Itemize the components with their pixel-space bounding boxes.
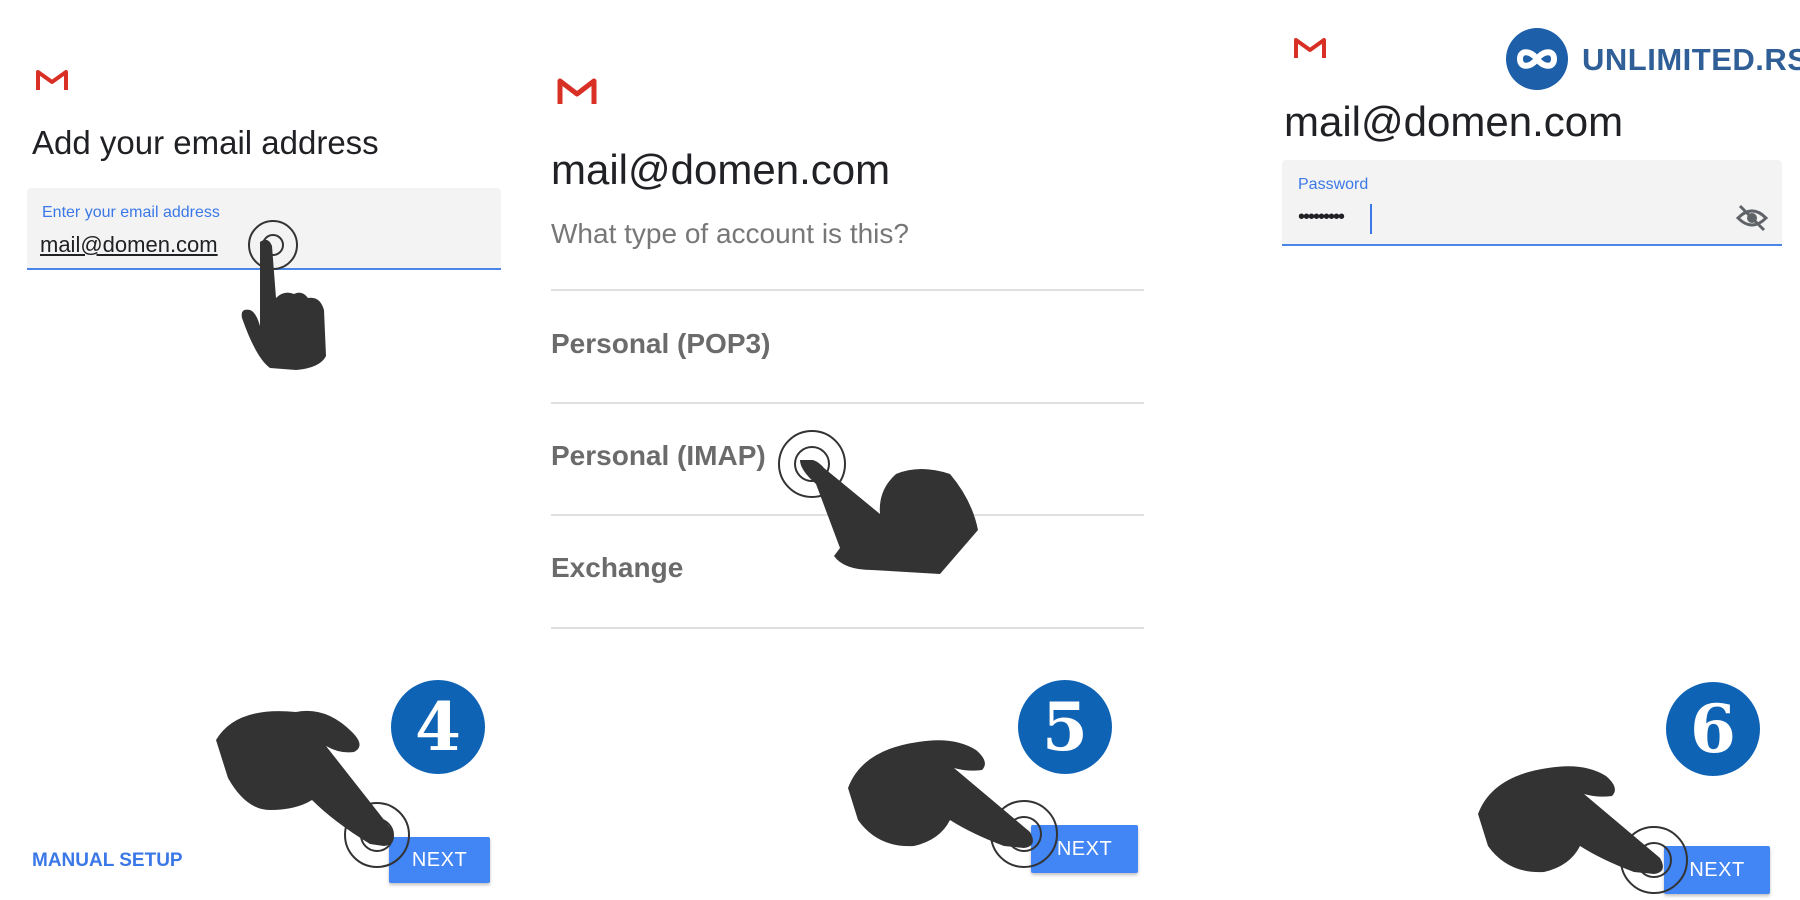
password-field[interactable]: Password ••••••••• [1282,160,1782,246]
divider [551,627,1144,629]
step-badge: 6 [1666,682,1760,776]
option-imap[interactable]: Personal (IMAP) [551,440,766,472]
step-badge: 4 [391,680,485,774]
password-field-label: Password [1298,176,1369,193]
page-title: Add your email address [32,124,379,161]
eye-off-icon[interactable] [1736,204,1768,232]
password-field-value[interactable]: ••••••••• [1298,206,1345,229]
hand-pointer-icon [848,740,1033,848]
hand-pointer-icon [800,460,978,574]
option-pop3[interactable]: Personal (POP3) [551,328,770,360]
option-exchange[interactable]: Exchange [551,552,683,584]
gmail-icon [1294,38,1326,58]
account-type-question: What type of account is this? [551,218,909,249]
divider [551,402,1144,404]
divider [551,289,1144,291]
account-email-title: mail@domen.com [1284,98,1624,145]
email-field-value[interactable]: mail@domen.com [40,232,218,258]
account-email-title: mail@domen.com [551,146,891,193]
manual-setup-button[interactable]: MANUAL SETUP [32,850,183,872]
hand-pointer-icon [1478,766,1663,874]
hand-pointer-icon [241,239,326,370]
text-caret [1370,204,1372,234]
hand-pointer-icon [216,710,394,846]
brand-name: UNLIMITED.RS [1582,42,1800,77]
email-field-label: Enter your email address [42,204,220,221]
infinity-logo-icon [1506,28,1568,90]
gmail-icon [36,70,68,90]
gmail-icon [557,78,597,104]
